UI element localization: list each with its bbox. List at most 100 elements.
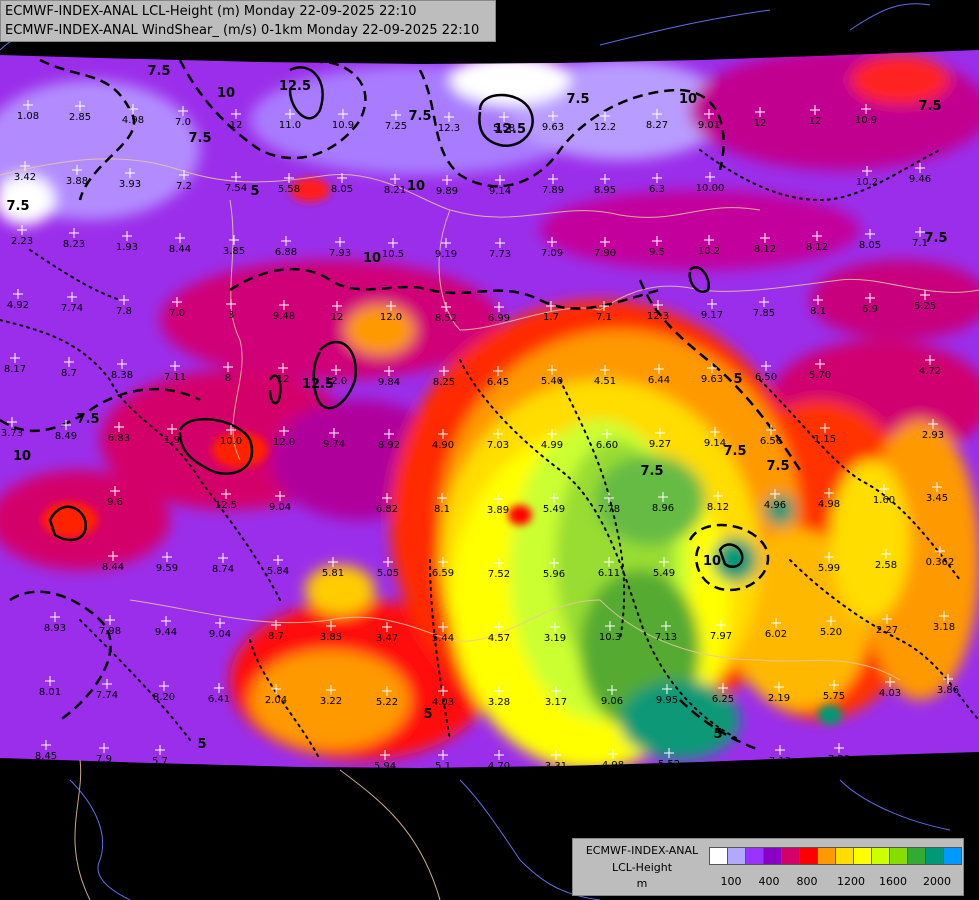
station-value-text: 3.28 — [488, 697, 510, 708]
station-value-text: 7.85 — [753, 308, 775, 319]
contour-label: 7.5 — [147, 64, 170, 79]
legend-swatch — [835, 847, 854, 865]
station-value-text: 10.9 — [855, 115, 877, 126]
station-value-text: 3.22 — [320, 696, 342, 707]
station-value-text: 10.5 — [382, 249, 404, 260]
station-value-text: 4.70 — [488, 761, 510, 772]
station-value-text: 4.72 — [919, 366, 941, 377]
station-value-text: 1.60 — [873, 495, 895, 506]
station-value-text: 9.59 — [156, 563, 178, 574]
station-value-text: 9.63 — [701, 374, 723, 385]
station-value-text: 7.0 — [169, 308, 185, 319]
legend-swatch — [709, 847, 728, 865]
legend-swatch — [799, 847, 818, 865]
station-value-text: 5.7 — [152, 756, 168, 767]
station-value-text: 5.52 — [658, 759, 680, 770]
station-value-text: 5.84 — [267, 566, 289, 577]
station-value-text: 10.9 — [332, 120, 354, 131]
station-value-text: 7.90 — [594, 248, 616, 259]
contour-label: 7.5 — [640, 464, 663, 479]
legend-swatch — [727, 847, 746, 865]
station-value-text: 6.25 — [712, 694, 734, 705]
station-value-text: 6.99 — [488, 313, 510, 324]
legend-tick: 100 — [720, 875, 742, 888]
station-value-text: 3.85 — [223, 246, 245, 257]
station-value-text: 7.25 — [385, 121, 407, 132]
station-value-text: 8.44 — [102, 562, 124, 573]
station-value-text: 4.57 — [488, 633, 510, 644]
station-value-text: 8.05 — [331, 184, 353, 195]
station-value-text: 9.27 — [649, 439, 671, 450]
legend-tick: 400 — [758, 875, 780, 888]
station-value-text: 8.12 — [806, 242, 828, 253]
legend-swatch — [871, 847, 890, 865]
station-value-text: 12.5 — [215, 500, 237, 511]
legend-unit: m — [636, 877, 648, 890]
legend-swatch — [907, 847, 926, 865]
station-value-text: 8.1 — [434, 504, 450, 515]
station-value-text: 12 — [809, 116, 822, 127]
contour-label: 10 — [679, 92, 697, 107]
contour-label: 7.5 — [76, 412, 99, 427]
station-value-text: 7.74 — [61, 303, 83, 314]
contour-label: 10 — [13, 449, 31, 464]
legend-swatch — [889, 847, 908, 865]
station-value-text: 3.93 — [119, 179, 141, 190]
station-value-text: 8.1 — [810, 306, 826, 317]
station-value-text: 7.52 — [488, 569, 510, 580]
station-value-text: 8.74 — [212, 564, 234, 575]
station-value-text: 8 — [225, 373, 231, 384]
station-value-text: 8.05 — [859, 240, 881, 251]
station-value-text: 8.7 — [61, 368, 77, 379]
station-value-text: 6.50 — [755, 372, 777, 383]
lcl-height-map: 1.08 2.85 4.98 7.0 12 11.0 10.9 7.25 12.3 5.58 9.6… — [0, 0, 979, 900]
station-value-text: 5.75 — [823, 691, 845, 702]
legend-swatch — [781, 847, 800, 865]
station-value-text: 9.89 — [436, 186, 458, 197]
station-value-text: 8.20 — [153, 692, 175, 703]
station-value-text: 9.48 — [273, 311, 295, 322]
station-value-text: 5.70 — [809, 370, 831, 381]
station-value-text: 4.98 — [818, 499, 840, 510]
contour-label: 7.5 — [6, 199, 29, 214]
station-value-text: 9.04 — [269, 502, 291, 513]
contour-label: 10 — [407, 179, 425, 194]
station-value-text: 9.01 — [698, 120, 720, 131]
station-value-text: 5.1 — [435, 761, 451, 772]
station-value-text: 7.20 — [828, 754, 850, 765]
station-value-text: 2.58 — [875, 560, 897, 571]
station-value-text: 0.362 — [926, 557, 955, 568]
station-value-text: 7.89 — [542, 185, 564, 196]
station-value-text: 5.49 — [653, 568, 675, 579]
station-value-text: 9.84 — [378, 377, 400, 388]
station-value-text: 7.9 — [96, 754, 112, 765]
station-value-text: 9.44 — [155, 627, 177, 638]
station-value-text: 4.98 — [602, 760, 624, 771]
station-value-text: 8.17 — [4, 364, 26, 375]
station-value-text: 6.45 — [487, 377, 509, 388]
station-value-text: 3.42 — [14, 172, 36, 183]
station-value-text: 8.38 — [111, 370, 133, 381]
station-value-text: 11.0 — [279, 120, 301, 131]
station-value-text: 1.93 — [116, 242, 138, 253]
station-value-text: 2.23 — [11, 236, 33, 247]
contour-label: 5 — [423, 707, 432, 722]
station-value-text: 7.13 — [655, 632, 677, 643]
station-value-text: 6.88 — [275, 247, 297, 258]
legend-swatch — [853, 847, 872, 865]
station-value-text: 6.60 — [596, 440, 618, 451]
contour-label: 7.5 — [188, 131, 211, 146]
station-value-text: 7.8 — [116, 306, 132, 317]
station-value-text: 12.3 — [647, 311, 669, 322]
station-value-text: 8.95 — [594, 185, 616, 196]
station-value-text: 7.0 — [175, 117, 191, 128]
station-value-text: 2.19 — [768, 693, 790, 704]
legend-tick: 1600 — [879, 875, 907, 888]
station-value-text: 4.99 — [541, 440, 563, 451]
station-value-text: 8.44 — [169, 244, 191, 255]
station-value-text: 9.5 — [649, 247, 665, 258]
station-value-text: 12 — [331, 312, 344, 323]
legend-tick: 2000 — [923, 875, 951, 888]
contour-label: 5 — [713, 727, 722, 742]
station-value-text: 3.31 — [545, 761, 567, 772]
